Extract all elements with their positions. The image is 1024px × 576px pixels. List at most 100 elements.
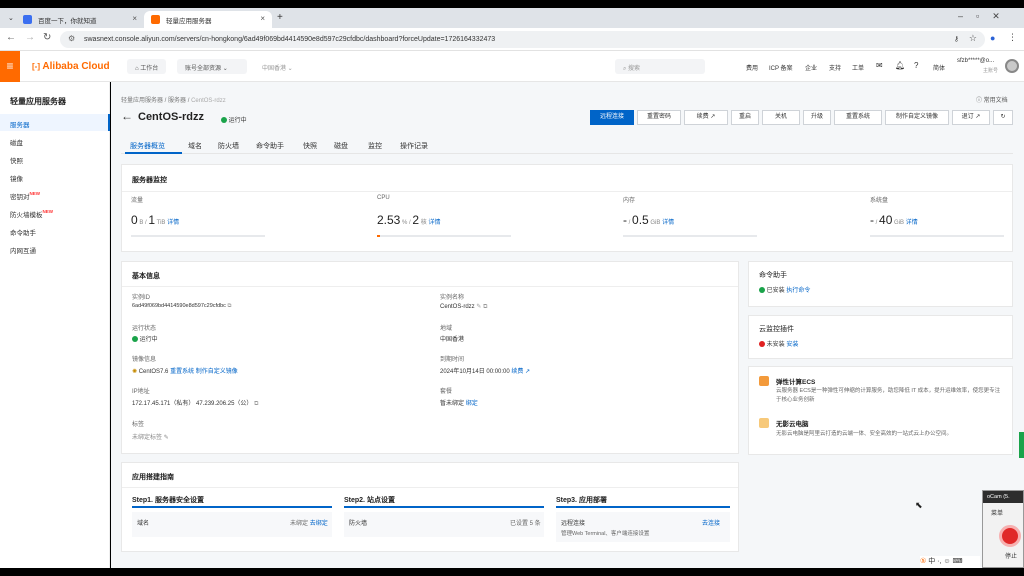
metric-detail-link[interactable]: 详情 [906, 220, 918, 226]
sidebar-item-firewall-templates[interactable]: 防火墙模板NEW [0, 204, 110, 221]
key-icon[interactable]: ⚷ [954, 35, 959, 43]
back-arrow-icon[interactable]: ← [121, 109, 133, 123]
header-link-icp[interactable]: ICP 备案 [769, 63, 793, 72]
profile-icon[interactable]: ● [990, 33, 995, 43]
language-selector[interactable]: 简体 [933, 63, 945, 72]
forward-icon[interactable]: → [25, 32, 35, 43]
help-icon[interactable]: ? [914, 61, 918, 70]
run-command-link[interactable]: 执行命令 [786, 288, 810, 294]
workbench-button[interactable]: ⌂ 工作台 [127, 59, 167, 74]
refresh-button[interactable]: ↻ [993, 110, 1013, 125]
ocam-stop[interactable]: 停止 [1005, 551, 1017, 560]
tab-snapshots[interactable]: 快照 [303, 141, 317, 151]
resource-selector[interactable]: 账号全部资源 ⌄ [177, 59, 247, 74]
remote-connect-button[interactable]: 远程连接 [590, 110, 634, 125]
copy-icon[interactable]: ⧉ [254, 401, 258, 407]
reset-system-button[interactable]: 重置系统 [834, 110, 882, 125]
restart-button[interactable]: 重启 [731, 110, 759, 125]
header-link-billing[interactable]: 费用 [746, 63, 758, 72]
more-menu-icon[interactable]: ⋮ [1008, 32, 1017, 43]
copy-icon[interactable]: ⧉ [227, 303, 231, 309]
header-link-enterprise[interactable]: 企业 [805, 63, 817, 72]
connect-link[interactable]: 去连接 [702, 518, 720, 527]
upgrade-button[interactable]: 升级 [803, 110, 831, 125]
metric-bar-track [623, 235, 757, 237]
tab-firewall[interactable]: 防火墙 [218, 141, 239, 151]
external-link-icon[interactable]: ↗ [525, 369, 530, 375]
shutdown-button[interactable]: 关机 [762, 110, 800, 125]
breadcrumb: 轻量应用服务器 / 服务器 / CentOS-rdzz [121, 98, 226, 104]
tab-swas[interactable]: 轻量应用服务器 × [144, 11, 272, 28]
hamburger-menu-icon[interactable]: ≡ [0, 51, 20, 82]
renew-button[interactable]: 续费 ↗ [684, 110, 728, 125]
sidebar-item-keypairs[interactable]: 密钥对NEW [0, 186, 110, 203]
side-widget[interactable] [1019, 432, 1024, 458]
tab-baidu[interactable]: 百度一下，你就知道 × [16, 11, 144, 28]
ecs-title[interactable]: 弹性计算ECS [776, 376, 815, 386]
wuying-title[interactable]: 无影云电脑 [776, 418, 809, 428]
create-custom-image-button[interactable]: 制作自定义镜像 [885, 110, 949, 125]
site-info-icon[interactable]: ⚙ [68, 34, 75, 43]
edit-icon[interactable]: ✎ [476, 304, 481, 310]
account-name[interactable]: sfzb*****@o... [957, 58, 994, 64]
sidebar-item-intranet[interactable]: 内网互通 [0, 240, 110, 257]
bind-link[interactable]: 绑定 [466, 401, 478, 407]
bind-domain-link[interactable]: 去绑定 [310, 521, 328, 527]
breadcrumb-item[interactable]: 轻量应用服务器 [121, 98, 163, 104]
ocam-menu[interactable]: 菜单 [991, 508, 1003, 517]
tab-command-assistant[interactable]: 命令助手 [256, 141, 284, 151]
avatar[interactable] [1005, 59, 1019, 73]
breadcrumb-item[interactable]: 服务器 [168, 98, 186, 104]
header-link-ticket[interactable]: 工单 [852, 63, 864, 72]
region-selector[interactable]: 中国香港 ⌄ [262, 63, 293, 72]
copy-icon[interactable]: ⧉ [483, 304, 487, 310]
sidebar-item-snapshots[interactable]: 快照 [0, 150, 110, 167]
install-link[interactable]: 安装 [786, 342, 798, 348]
image-reset-link[interactable]: 重置系统 [170, 369, 194, 375]
url-field[interactable]: ⚙ swasnext.console.aliyun.com/servers/cn… [60, 31, 985, 48]
unsubscribe-button[interactable]: 退订 ↗ [952, 110, 990, 125]
aliyun-favicon-icon [151, 15, 160, 24]
metric-detail-link[interactable]: 详情 [167, 220, 179, 226]
bell-icon[interactable]: 🔔︎ [895, 61, 905, 70]
sidebar-item-images[interactable]: 镜像 [0, 168, 110, 185]
sidebar-item-disks[interactable]: 磁盘 [0, 132, 110, 149]
metric-total: 40 [879, 213, 893, 227]
header-link-support[interactable]: 支持 [829, 63, 841, 72]
record-stop-icon[interactable] [999, 525, 1021, 547]
message-icon[interactable]: ✉ [876, 61, 883, 70]
brand-logo[interactable]: [-] Alibaba Cloud [32, 61, 110, 72]
reload-icon[interactable]: ↻ [43, 32, 51, 43]
metric-label: CPU [377, 195, 390, 201]
sidebar-item-label: 服务器 [10, 122, 30, 129]
renew-link[interactable]: 续费 [511, 369, 523, 375]
tag-value: 未绑定标签 ✎ [132, 432, 169, 441]
help-doc-link[interactable]: ⓘ 常用文档 [976, 95, 1008, 104]
image-custom-link[interactable]: 制作自定义镜像 [196, 369, 238, 375]
close-icon[interactable]: × [132, 14, 137, 23]
address-bar: ← → ↻ ⚙ swasnext.console.aliyun.com/serv… [0, 28, 1024, 51]
window-controls[interactable]: –▫✕ [958, 11, 1013, 22]
ime-toolbar[interactable]: ⑤ 中 ·, ☺ ⌨ [920, 556, 980, 568]
metric-detail-link[interactable]: 详情 [662, 220, 674, 226]
tab-overview[interactable]: 服务器概览 [130, 141, 165, 151]
metric-detail-link[interactable]: 详情 [428, 220, 440, 226]
search-input[interactable]: ⌕ 搜索 [615, 59, 705, 74]
breadcrumb-item: CentOS-rdzz [191, 98, 226, 104]
new-tab-button[interactable]: + [274, 11, 288, 28]
tab-disks[interactable]: 磁盘 [334, 141, 348, 151]
bookmark-star-icon[interactable]: ☆ [969, 33, 977, 44]
close-icon[interactable]: × [260, 14, 265, 23]
tab-operation-log[interactable]: 操作记录 [400, 141, 428, 151]
edit-icon[interactable]: ✎ [164, 435, 169, 441]
tab-monitoring[interactable]: 监控 [368, 141, 382, 151]
tab-domain[interactable]: 域名 [188, 141, 202, 151]
reset-password-button[interactable]: 重置密码 [637, 110, 681, 125]
status-text: 运行中 [228, 118, 247, 124]
region-label: 中国香港 [262, 66, 287, 72]
metric-bar-fill [377, 235, 381, 237]
sidebar-item-command-assistant[interactable]: 命令助手 [0, 222, 110, 239]
sidebar-item-servers[interactable]: 服务器 [0, 114, 110, 131]
back-icon[interactable]: ← [6, 32, 16, 43]
divider [122, 286, 738, 287]
